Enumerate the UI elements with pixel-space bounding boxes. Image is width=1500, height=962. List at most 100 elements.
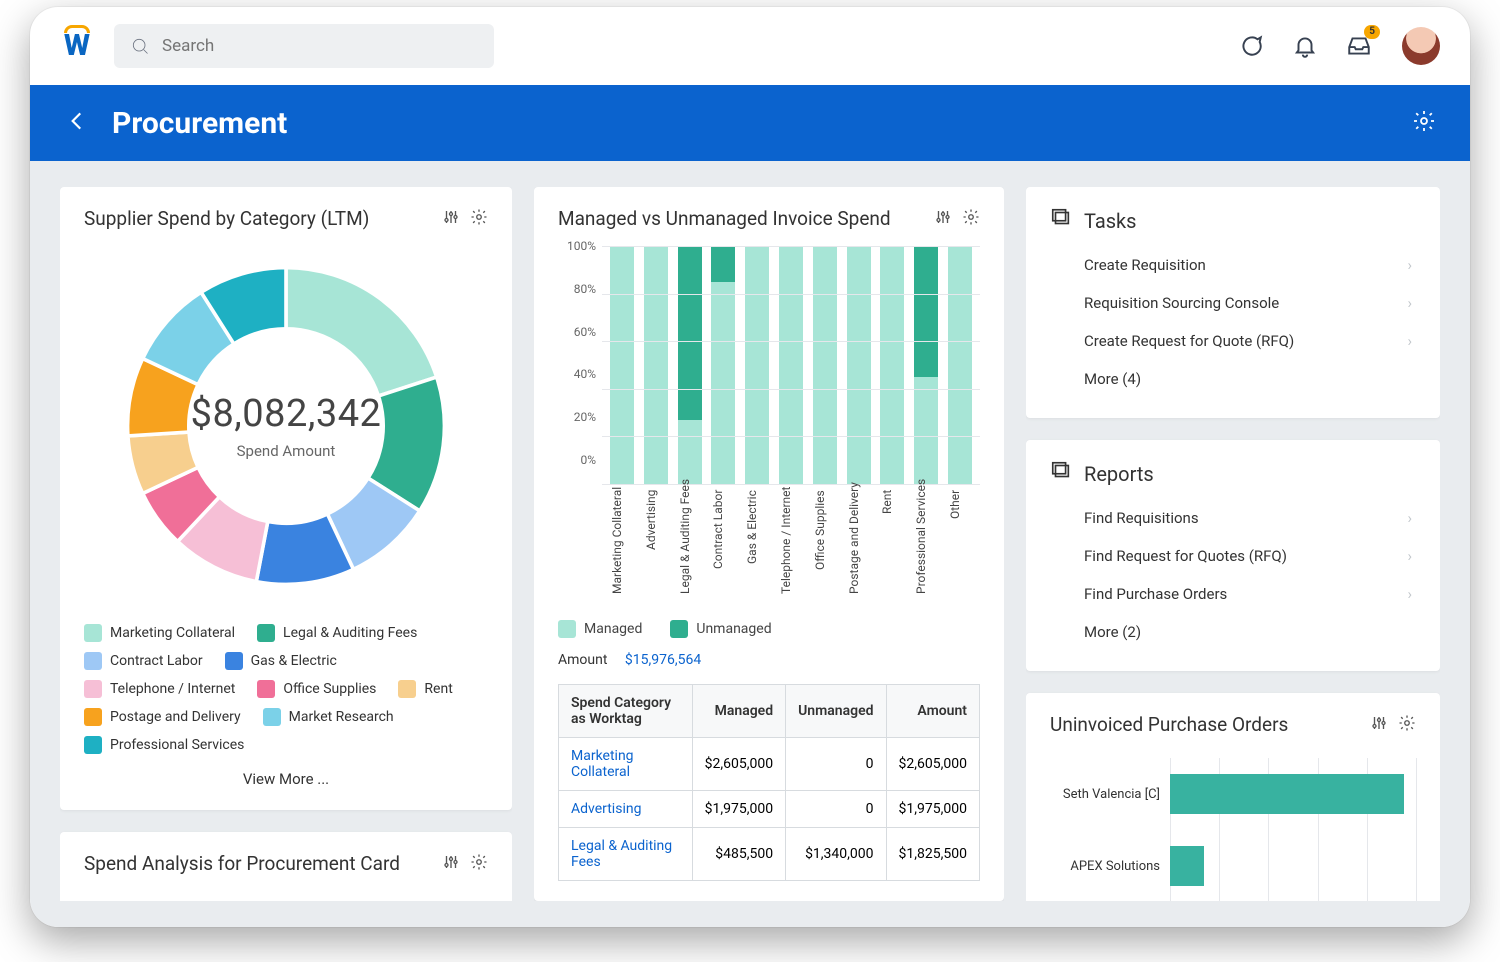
swatch-icon xyxy=(84,624,102,642)
card-supplier-spend: Supplier Spend by Category (LTM) $8,082,… xyxy=(60,187,512,810)
gear-icon[interactable] xyxy=(1398,714,1416,736)
legend-item[interactable]: Market Research xyxy=(263,708,394,726)
x-axis-labels: Marketing CollateralAdvertisingLegal & A… xyxy=(558,484,980,594)
hbar-chart: Seth Valencia [C]APEX Solutions xyxy=(1050,758,1416,901)
legend-item[interactable]: Telephone / Internet xyxy=(84,680,235,698)
dashboard-body: Supplier Spend by Category (LTM) $8,082,… xyxy=(30,161,1470,927)
swatch-icon xyxy=(398,680,416,698)
category-link[interactable]: Legal & Auditing Fees xyxy=(571,838,672,870)
table-row: Marketing Collateral$2,605,0000$2,605,00… xyxy=(559,738,980,791)
card-spend-analysis-procurement-card: Spend Analysis for Procurement Card 2,20… xyxy=(60,832,512,901)
column-header[interactable]: Managed xyxy=(692,685,785,738)
bar xyxy=(610,246,634,484)
inbox-icon[interactable]: 5 xyxy=(1342,29,1376,63)
search-icon xyxy=(130,36,150,56)
chevron-right-icon: › xyxy=(1407,332,1412,350)
chevron-right-icon: › xyxy=(1407,294,1412,312)
bar xyxy=(644,246,668,484)
chevron-right-icon: › xyxy=(1407,585,1412,603)
swatch-icon xyxy=(84,652,102,670)
card-tasks: Tasks Create Requisition›Requisition Sou… xyxy=(1026,187,1440,418)
gear-icon[interactable] xyxy=(470,208,488,230)
list-item[interactable]: Requisition Sourcing Console› xyxy=(1050,284,1416,322)
card-title: Uninvoiced Purchase Orders xyxy=(1050,713,1288,736)
legend-item[interactable]: Contract Labor xyxy=(84,652,203,670)
swatch-icon xyxy=(263,708,281,726)
topbar: W 5 xyxy=(30,7,1470,85)
swatch-icon xyxy=(257,680,275,698)
list-item[interactable]: Create Requisition› xyxy=(1050,246,1416,284)
page-header: Procurement xyxy=(30,85,1470,161)
swatch-icon xyxy=(84,680,102,698)
sliders-icon[interactable] xyxy=(1370,714,1388,736)
sliders-icon[interactable] xyxy=(442,208,460,230)
column-header[interactable]: Spend Category as Worktag xyxy=(559,685,693,738)
list-item[interactable]: Create Request for Quote (RFQ)› xyxy=(1050,322,1416,360)
window-icon xyxy=(1050,460,1072,487)
section-title: Reports xyxy=(1084,462,1154,486)
bar xyxy=(914,246,938,484)
view-more-link[interactable]: View More ... xyxy=(84,754,488,790)
list-item[interactable]: More (2) xyxy=(1050,613,1416,651)
column-header[interactable]: Unmanaged xyxy=(786,685,886,738)
list-item[interactable]: More (4) xyxy=(1050,360,1416,398)
table-row: Advertising$1,975,0000$1,975,000 xyxy=(559,791,980,828)
swatch-icon xyxy=(257,624,275,642)
sliders-icon[interactable] xyxy=(934,208,952,230)
gear-icon[interactable] xyxy=(470,853,488,875)
search-box[interactable] xyxy=(114,24,494,68)
page-title: Procurement xyxy=(112,106,287,141)
bar xyxy=(847,246,871,484)
chat-icon[interactable] xyxy=(1234,29,1268,63)
swatch-icon xyxy=(225,652,243,670)
spend-table: Spend Category as WorktagManagedUnmanage… xyxy=(558,684,980,881)
gear-icon[interactable] xyxy=(962,208,980,230)
donut-legend: Marketing Collateral Legal & Auditing Fee… xyxy=(84,624,488,754)
chart-legend: Managed Unmanaged xyxy=(558,620,980,638)
card-reports: Reports Find Requisitions›Find Request f… xyxy=(1026,440,1440,671)
bar xyxy=(779,246,803,484)
card-title: Supplier Spend by Category (LTM) xyxy=(84,207,369,230)
search-input[interactable] xyxy=(162,36,478,56)
bar xyxy=(745,246,769,484)
donut-label: Spend Amount xyxy=(237,442,336,460)
amount-total: Amount $15,976,564 xyxy=(558,652,980,668)
donut-chart: $8,082,342 Spend Amount xyxy=(106,246,466,606)
stacked-bar-chart: 0%20%40%60%80%100% xyxy=(558,240,980,484)
inbox-badge: 5 xyxy=(1364,25,1380,39)
legend-item[interactable]: Office Supplies xyxy=(257,680,376,698)
category-link[interactable]: Marketing Collateral xyxy=(571,748,634,780)
amount-link[interactable]: $15,976,564 xyxy=(625,652,701,668)
list-item[interactable]: Find Request for Quotes (RFQ)› xyxy=(1050,537,1416,575)
swatch-icon xyxy=(84,708,102,726)
legend-item[interactable]: Legal & Auditing Fees xyxy=(257,624,417,642)
avatar[interactable] xyxy=(1402,27,1440,65)
legend-item[interactable]: Postage and Delivery xyxy=(84,708,241,726)
category-link[interactable]: Advertising xyxy=(571,801,641,817)
card-managed-vs-unmanaged: Managed vs Unmanaged Invoice Spend 0%20%… xyxy=(534,187,1004,901)
column-header[interactable]: Amount xyxy=(886,685,979,738)
card-title: Spend Analysis for Procurement Card xyxy=(84,852,400,875)
settings-icon[interactable] xyxy=(1412,109,1436,137)
list-item[interactable]: Find Requisitions› xyxy=(1050,499,1416,537)
legend-item[interactable]: Gas & Electric xyxy=(225,652,337,670)
bar xyxy=(813,246,837,484)
section-title: Tasks xyxy=(1084,209,1137,233)
bell-icon[interactable] xyxy=(1288,29,1322,63)
sliders-icon[interactable] xyxy=(442,853,460,875)
chevron-right-icon: › xyxy=(1407,509,1412,527)
card-title: Managed vs Unmanaged Invoice Spend xyxy=(558,207,891,230)
swatch-icon xyxy=(84,736,102,754)
window-icon xyxy=(1050,207,1072,234)
table-row: Legal & Auditing Fees$485,500$1,340,000$… xyxy=(559,828,980,881)
back-arrow-icon[interactable] xyxy=(64,108,90,138)
chevron-right-icon: › xyxy=(1407,256,1412,274)
list-item[interactable]: Find Purchase Orders› xyxy=(1050,575,1416,613)
legend-item[interactable]: Professional Services xyxy=(84,736,244,754)
bar xyxy=(711,246,735,484)
app-logo[interactable]: W xyxy=(60,29,94,63)
legend-item[interactable]: Marketing Collateral xyxy=(84,624,235,642)
legend-item[interactable]: Rent xyxy=(398,680,452,698)
bar xyxy=(678,246,702,484)
bar xyxy=(948,246,972,484)
